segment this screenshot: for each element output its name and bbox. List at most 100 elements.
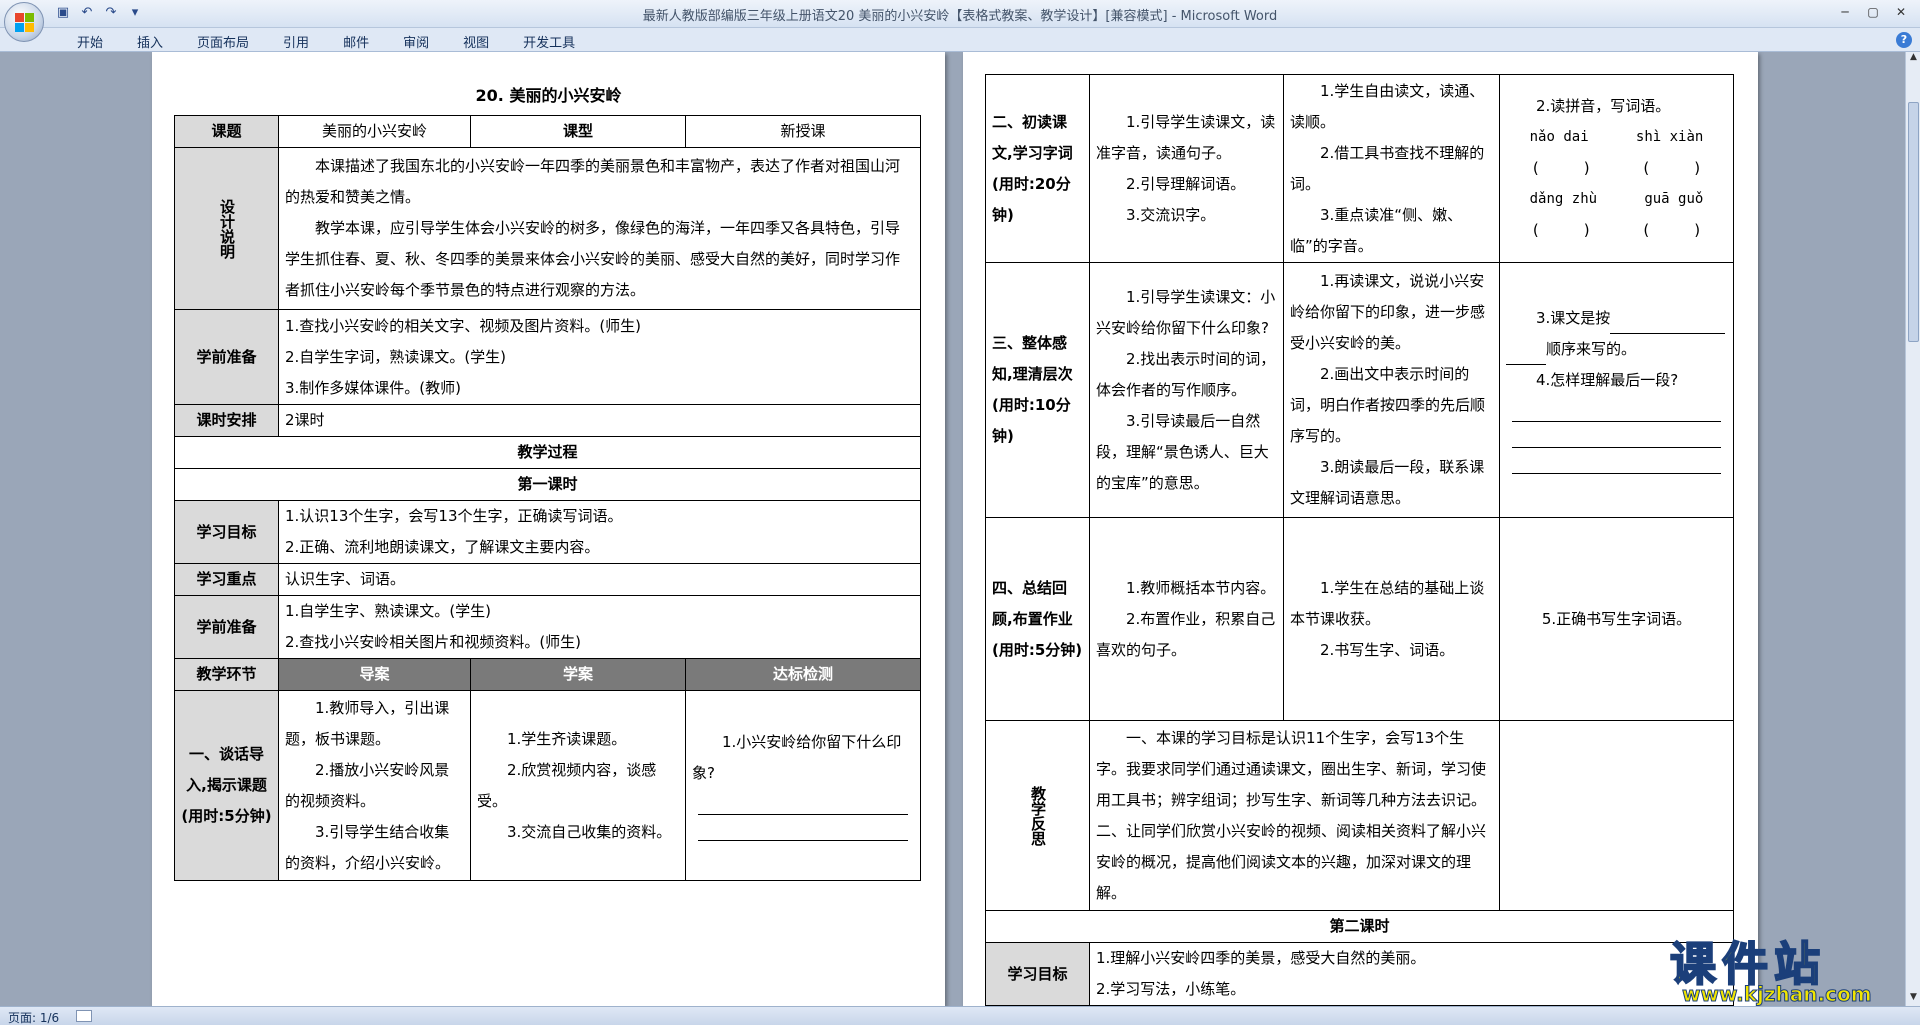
reflection-paragraph: 一、本课的学习目标是认识11个生字，会写13个生字。我要求同学们通过通读课文，圈…: [1096, 728, 1487, 902]
tab-view[interactable]: 视图: [446, 30, 506, 53]
stage3-study: 1.再读课文，说说小兴安岭给你留下的印象，进一步感受小兴安岭的美。 2.画出文中…: [1283, 262, 1500, 518]
type-label: 课型: [470, 115, 686, 148]
col-stage: 教学环节: [174, 658, 279, 691]
stage4-guide: 1.教师概括本节内容。 2.布置作业，积累自己喜欢的句子。: [1089, 517, 1284, 721]
page-2: 二、初读课文,学习字词(用时:20分钟) 1.引导学生读课文，读准字音，读通句子…: [963, 52, 1758, 1006]
prep2-list: 1.自学生字、熟读课文。(学生) 2.查找小兴安岭相关图片和视频资料。(师生): [278, 595, 921, 659]
answer-line: [698, 819, 908, 841]
list-item: 1.再读课文，说说小兴安岭给你留下的印象，进一步感受小兴安岭的美。: [1290, 272, 1486, 352]
list-item: 1.认识13个生字，会写13个生字，正确读写词语。: [285, 507, 623, 525]
office-button[interactable]: [4, 2, 44, 42]
list-item: 2.查找小兴安岭相关图片和视频资料。(师生): [285, 633, 582, 651]
process-heading: 教学过程: [174, 436, 921, 469]
list-item: 1.引导学生读课文，读准字音，读通句子。: [1096, 112, 1276, 162]
col-guide: 导案: [278, 658, 471, 691]
list-item: 2.布置作业，积累自己喜欢的句子。: [1096, 609, 1276, 659]
list-item: 1.学生在总结的基础上谈本节课收获。: [1290, 578, 1485, 628]
list-item: 1.查找小兴安岭的相关文字、视频及图片资料。(师生): [285, 316, 642, 335]
site-watermark: 课件站 www.kjzhan.com: [1669, 928, 1910, 1007]
stage3-check: 3.课文是按 顺序来写的。 4.怎样理解最后一段?: [1499, 262, 1734, 518]
watermark-url: www.kjzhan.com: [1682, 982, 1873, 1007]
list-item: 3.朗读最后一段，联系课文理解词语意思。: [1290, 458, 1485, 507]
stage1-label: 一、谈话导入,揭示课题(用时:5分钟): [174, 690, 279, 881]
goals2-label: 学习目标: [985, 942, 1090, 1006]
pinyin: shì xiàn: [1635, 129, 1704, 145]
page-indicator[interactable]: 页面: 1/6: [8, 1009, 59, 1025]
course-value: 美丽的小兴安岭: [278, 115, 471, 148]
list-item: 1.教师导入，引出课题，板书课题。: [285, 698, 450, 748]
maximize-icon[interactable]: ▢: [1860, 3, 1886, 21]
stage2-check: 2.读拼音，写词语。 nǎo dai shì xiàn ( )( ) dǎng …: [1499, 74, 1734, 263]
check-question-cont: 顺序来写的。: [1506, 334, 1727, 365]
answer-line: [1512, 426, 1721, 448]
stage3-label: 三、整体感知,理清层次(用时:10分钟): [985, 262, 1090, 518]
focus-value: 认识生字、词语。: [278, 563, 921, 596]
list-item: 2.学习写法，小练笔。: [1096, 980, 1246, 998]
schedule-label: 课时安排: [174, 404, 279, 437]
vertical-scrollbar[interactable]: ▲ ▼: [1905, 52, 1920, 1006]
tab-mailings[interactable]: 邮件: [326, 30, 386, 53]
list-item: 1.自学生字、熟读课文。(学生): [285, 602, 492, 620]
tab-references[interactable]: 引用: [266, 30, 326, 53]
tab-page-layout[interactable]: 页面布局: [180, 30, 266, 53]
help-icon[interactable]: ?: [1896, 32, 1912, 48]
focus-label: 学习重点: [174, 563, 279, 596]
stage2-guide: 1.引导学生读课文，读准字音，读通句子。 2.引导理解词语。 3.交流识字。: [1089, 74, 1284, 263]
design-paragraph-1: 本课描述了我国东北的小兴安岭一年四季的美丽景色和丰富物产，表达了作者对祖国山河的…: [285, 157, 901, 206]
stage1-guide: 1.教师导入，引出课题，板书课题。 2.播放小兴安岭风景的视频资料。 3.引导学…: [278, 690, 471, 881]
page-1: 20. 美丽的小兴安岭 课题 美丽的小兴安岭 课型 新授课 设计说明 本课描述了…: [152, 52, 945, 1006]
minimize-icon[interactable]: ─: [1832, 3, 1858, 21]
goals-label: 学习目标: [174, 500, 279, 564]
lesson2-heading: 第二课时: [985, 910, 1734, 943]
col-check: 达标检测: [685, 658, 921, 691]
list-item: 2.欣赏视频内容，谈感受。: [477, 760, 657, 810]
list-item: 1.学生齐读课题。: [507, 729, 627, 748]
list-item: 1.引导学生读课文：小兴安岭给你留下什么印象?: [1096, 287, 1276, 337]
answer-line: [698, 793, 908, 815]
reflection-empty: [1499, 720, 1734, 911]
lesson-title: 20. 美丽的小兴安岭: [475, 86, 622, 105]
ribbon: 开始 插入 页面布局 引用 邮件 审阅 视图 开发工具 ?: [0, 28, 1920, 52]
list-item: 2.正确、流利地朗读课文，了解课文主要内容。: [285, 538, 600, 556]
reflection-label: 教学反思: [1029, 785, 1047, 846]
list-item: 1.教师概括本节内容。: [1126, 578, 1276, 597]
list-item: 2.找出表示时间的词，体会作者的写作顺序。: [1096, 349, 1276, 399]
scroll-up-icon[interactable]: ▲: [1906, 52, 1920, 66]
tab-review[interactable]: 审阅: [386, 30, 446, 53]
course-label: 课题: [174, 115, 279, 148]
tab-developer[interactable]: 开发工具: [506, 30, 592, 53]
goals-list: 1.认识13个生字，会写13个生字，正确读写词语。 2.正确、流利地朗读课文，了…: [278, 500, 921, 564]
list-item: 3.引导学生结合收集的资料，介绍小兴安岭。: [285, 822, 451, 872]
pinyin: dǎng zhù: [1529, 191, 1598, 207]
list-item: 2.借工具书查找不理解的词。: [1290, 143, 1485, 193]
list-item: 3.重点读准“侧、嫩、临”的字音。: [1290, 205, 1463, 255]
list-item: 2.画出文中表示时间的词，明白作者按四季的先后顺序写的。: [1290, 365, 1486, 445]
proofing-icon[interactable]: [76, 1010, 92, 1022]
check-question: 3.课文是按: [1506, 303, 1727, 334]
lesson-plan-table-continued: 二、初读课文,学习字词(用时:20分钟) 1.引导学生读课文，读准字音，读通句子…: [985, 74, 1734, 1006]
answer-line: [1512, 452, 1721, 474]
list-item: 3.制作多媒体课件。(教师): [285, 378, 462, 397]
tab-home[interactable]: 开始: [60, 30, 120, 53]
window-controls: ─ ▢ ✕: [1832, 3, 1914, 21]
goals2-list: 1.理解小兴安岭四季的美景，感受大自然的美丽。 2.学习写法，小练笔。: [1089, 942, 1734, 1006]
check-question: 1.小兴安岭给你留下什么印象?: [692, 732, 902, 782]
stage2-study: 1.学生自由读文，读通、读顺。 2.借工具书查找不理解的词。 3.重点读准“侧、…: [1283, 74, 1500, 263]
answer-brackets: ( )( ): [1532, 221, 1701, 239]
close-icon[interactable]: ✕: [1888, 3, 1914, 21]
answer-brackets: ( )( ): [1532, 159, 1701, 177]
answer-line: [1512, 400, 1721, 422]
list-item: 2.引导理解词语。: [1126, 174, 1246, 193]
reflection-label-cell: 教学反思: [985, 720, 1090, 911]
pinyin-row: dǎng zhù guā guǒ: [1506, 184, 1727, 215]
tab-insert[interactable]: 插入: [120, 30, 180, 53]
document-workspace: 20. 美丽的小兴安岭 课题 美丽的小兴安岭 课型 新授课 设计说明 本课描述了…: [0, 52, 1905, 1006]
list-item: 1.学生自由读文，读通、读顺。: [1290, 81, 1485, 131]
design-label-cell: 设计说明: [174, 147, 279, 310]
col-study: 学案: [470, 658, 686, 691]
stage1-study: 1.学生齐读课题。 2.欣赏视频内容，谈感受。 3.交流自己收集的资料。: [470, 690, 686, 881]
list-item: 2.自学生字词，熟读课文。(学生): [285, 347, 507, 366]
scrollbar-thumb[interactable]: [1908, 102, 1919, 342]
stage1-check: 1.小兴安岭给你留下什么印象?: [685, 690, 921, 881]
prep1-list: 1.查找小兴安岭的相关文字、视频及图片资料。(师生) 2.自学生字词，熟读课文。…: [278, 309, 921, 405]
